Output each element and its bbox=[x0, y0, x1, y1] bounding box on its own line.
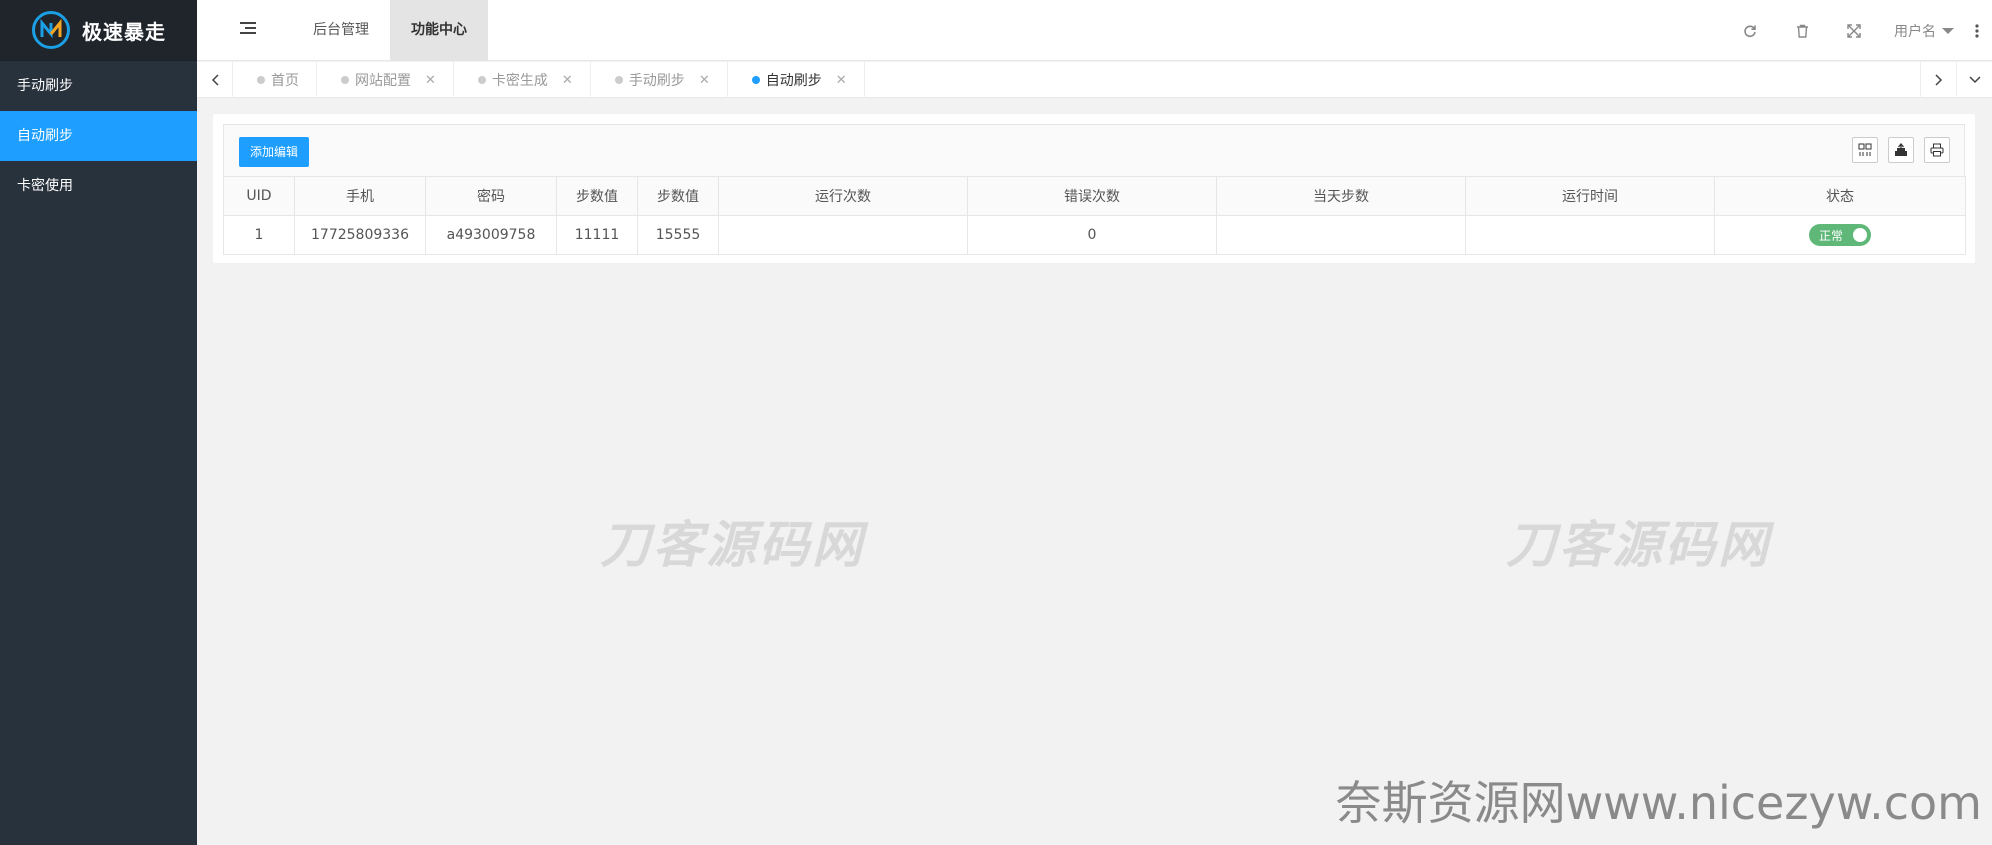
sidebar-item-card-usage[interactable]: 卡密使用 bbox=[0, 161, 197, 211]
column-header[interactable]: 步数值 bbox=[637, 176, 719, 216]
table-header-row: UID 手机 密码 步数值 步数值 运行次数 错误次数 当天步数 运行时间 状态 bbox=[223, 176, 1966, 216]
table-toolbar: 添加编辑 bbox=[223, 124, 1965, 176]
data-table-card: 添加编辑 UID 手机 密码 步数值 步数值 运行次数 错误次数 当天步数 运行… bbox=[213, 114, 1975, 263]
more-vertical-icon[interactable] bbox=[1962, 0, 1992, 61]
tab-label: 首页 bbox=[271, 73, 299, 89]
column-header[interactable]: UID bbox=[223, 176, 295, 216]
logo[interactable]: 极速暴走 bbox=[0, 0, 197, 61]
tab-auto-steps[interactable]: 自动刷步 ✕ bbox=[728, 62, 865, 98]
header-actions: 用户名 bbox=[1724, 0, 1992, 61]
column-header[interactable]: 运行次数 bbox=[718, 176, 968, 216]
cell-run-count bbox=[718, 215, 968, 255]
cell-phone: 17725809336 bbox=[294, 215, 426, 255]
tab-dot-icon bbox=[341, 76, 349, 84]
columns-filter-icon[interactable] bbox=[1852, 137, 1878, 163]
cell-error-count: 0 bbox=[967, 215, 1217, 255]
logo-icon bbox=[32, 11, 70, 49]
tab-list: 首页 网站配置 ✕ 卡密生成 ✕ 手动刷步 ✕ 自动刷步 ✕ bbox=[233, 62, 865, 98]
tabs-dropdown-icon[interactable] bbox=[1956, 62, 1992, 98]
table-tools bbox=[1842, 137, 1950, 163]
sidebar-item-manual-steps[interactable]: 手动刷步 bbox=[0, 61, 197, 111]
print-icon[interactable] bbox=[1924, 137, 1950, 163]
tab-manual-steps[interactable]: 手动刷步 ✕ bbox=[591, 62, 728, 98]
data-table: UID 手机 密码 步数值 步数值 运行次数 错误次数 当天步数 运行时间 状态… bbox=[223, 176, 1966, 255]
cell-status: 正常 bbox=[1714, 215, 1966, 255]
sidebar: 极速暴走 手动刷步 自动刷步 卡密使用 bbox=[0, 0, 197, 845]
close-icon[interactable]: ✕ bbox=[699, 73, 710, 88]
header-nav: 后台管理 功能中心 bbox=[292, 0, 488, 61]
watermark-center-left: 刀客源码网 bbox=[600, 516, 865, 574]
sidebar-item-auto-steps[interactable]: 自动刷步 bbox=[0, 111, 197, 161]
tab-label: 自动刷步 bbox=[765, 73, 822, 89]
table-row[interactable]: 1 17725809336 a493009758 11111 15555 0 正… bbox=[223, 215, 1966, 255]
menu-toggle-icon[interactable] bbox=[240, 22, 256, 38]
column-header[interactable]: 手机 bbox=[294, 176, 426, 216]
column-header[interactable]: 密码 bbox=[425, 176, 557, 216]
fullscreen-icon[interactable] bbox=[1828, 0, 1880, 61]
tab-home[interactable]: 首页 bbox=[233, 62, 317, 98]
column-header[interactable]: 步数值 bbox=[556, 176, 638, 216]
tab-label: 卡密生成 bbox=[491, 73, 548, 89]
cell-today-steps bbox=[1216, 215, 1466, 255]
tabs-scroll-left-icon[interactable] bbox=[197, 62, 233, 98]
cell-step-min: 11111 bbox=[556, 215, 638, 255]
cell-uid: 1 bbox=[223, 215, 295, 255]
status-toggle[interactable]: 正常 bbox=[1809, 224, 1871, 246]
close-icon[interactable]: ✕ bbox=[562, 73, 573, 88]
close-icon[interactable]: ✕ bbox=[425, 73, 436, 88]
export-icon[interactable] bbox=[1888, 137, 1914, 163]
close-icon[interactable]: ✕ bbox=[836, 73, 847, 88]
tab-site-config[interactable]: 网站配置 ✕ bbox=[317, 62, 454, 98]
tabs-scroll-right-icon[interactable] bbox=[1920, 62, 1956, 98]
column-header[interactable]: 状态 bbox=[1714, 176, 1966, 216]
cell-run-time bbox=[1465, 215, 1715, 255]
tab-label: 网站配置 bbox=[355, 73, 411, 89]
watermark-center-right: 刀客源码网 bbox=[1506, 516, 1771, 574]
header-nav-admin[interactable]: 后台管理 bbox=[292, 0, 390, 61]
tab-dot-icon bbox=[614, 76, 623, 84]
tab-card-generate[interactable]: 卡密生成 ✕ bbox=[454, 62, 591, 98]
status-toggle-label: 正常 bbox=[1819, 228, 1844, 243]
cell-password: a493009758 bbox=[425, 215, 557, 255]
user-menu[interactable]: 用户名 bbox=[1880, 21, 1962, 41]
cell-step-max: 15555 bbox=[637, 215, 719, 255]
tab-label: 手动刷步 bbox=[628, 73, 685, 89]
watermark-bottom: 奈斯资源网www.nicezyw.com bbox=[1335, 776, 1982, 830]
add-edit-button[interactable]: 添加编辑 bbox=[239, 137, 310, 167]
trash-icon[interactable] bbox=[1776, 0, 1828, 61]
chevron-down-icon bbox=[1942, 27, 1954, 34]
header-nav-function-center[interactable]: 功能中心 bbox=[390, 0, 488, 61]
tab-dot-icon bbox=[257, 76, 265, 84]
top-header: 后台管理 功能中心 用户名 bbox=[197, 0, 1992, 61]
column-header[interactable]: 错误次数 bbox=[967, 176, 1217, 216]
user-name-label: 用户名 bbox=[1894, 23, 1936, 40]
refresh-icon[interactable] bbox=[1724, 0, 1776, 61]
tab-dot-icon bbox=[751, 76, 760, 84]
page-tabs: 首页 网站配置 ✕ 卡密生成 ✕ 手动刷步 ✕ 自动刷步 ✕ bbox=[197, 62, 1992, 98]
logo-text: 极速暴走 bbox=[82, 19, 166, 44]
toggle-knob bbox=[1853, 228, 1867, 242]
tab-dot-icon bbox=[477, 76, 486, 84]
column-header[interactable]: 运行时间 bbox=[1465, 176, 1715, 216]
column-header[interactable]: 当天步数 bbox=[1216, 176, 1466, 216]
